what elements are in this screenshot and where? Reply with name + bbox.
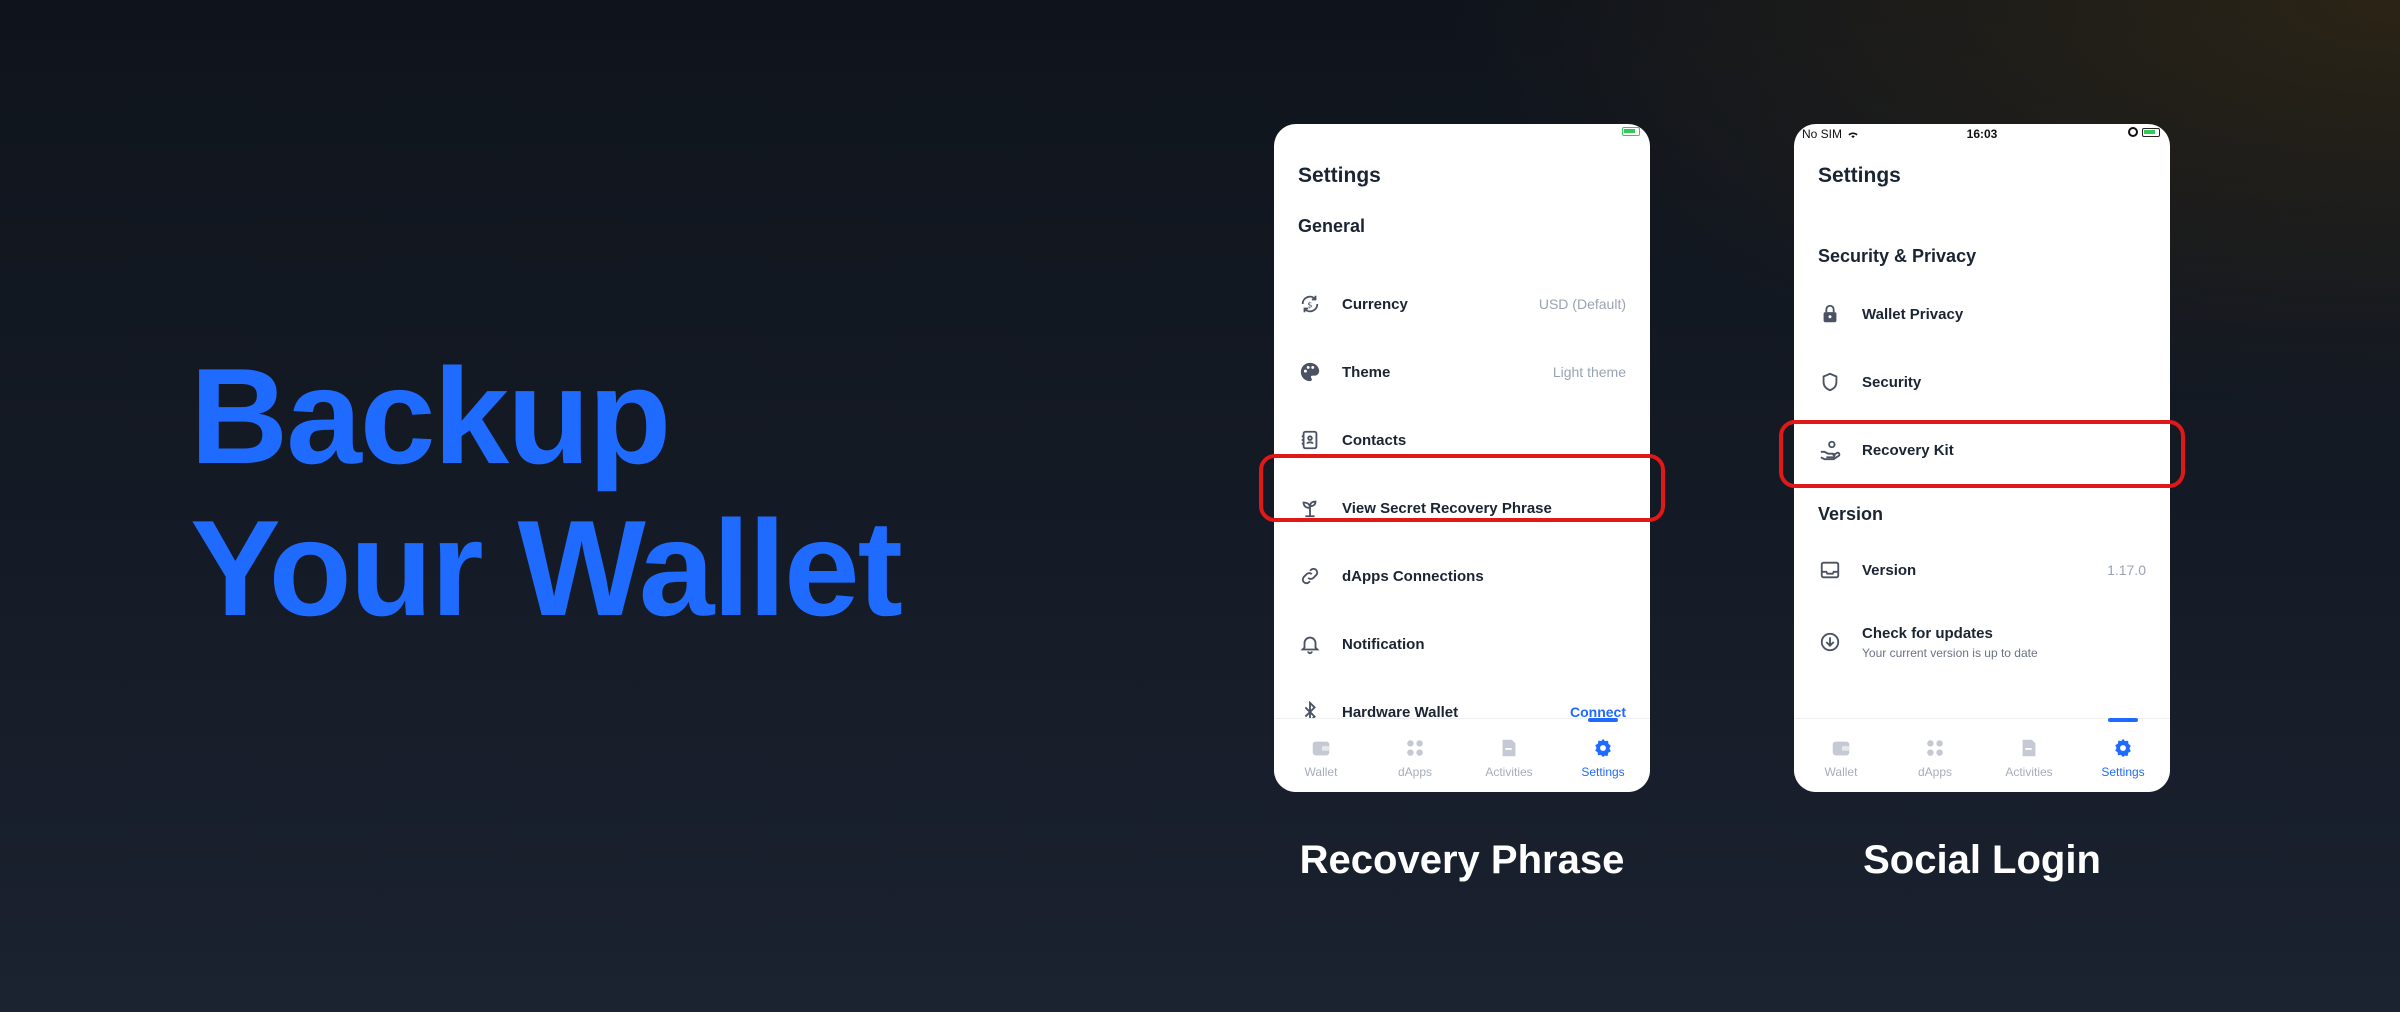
grid-icon <box>1927 740 1943 756</box>
hero-headline: Backup Your Wallet <box>190 340 903 644</box>
tab-label: Activities <box>2005 765 2053 779</box>
highlight-recovery-kit <box>1779 420 2185 488</box>
row-label: dApps Connections <box>1342 567 1484 585</box>
gear-icon <box>2115 738 2131 758</box>
bell-icon <box>1298 632 1322 656</box>
row-subtitle: Your current version is up to date <box>1862 645 2038 660</box>
section-title-version: Version <box>1818 504 1884 524</box>
grid-icon <box>1407 740 1423 756</box>
settings-row-wallet-privacy[interactable]: Wallet Privacy <box>1818 294 2146 334</box>
orientation-lock-icon <box>2128 127 2138 137</box>
row-label: Version <box>1862 561 1917 579</box>
tab-label: Wallet <box>1824 765 1858 779</box>
tab-wallet[interactable]: Wallet <box>1274 719 1368 792</box>
row-label: Notification <box>1342 635 1425 653</box>
bottom-tab-bar: Wallet dApps Activities Settings <box>1274 718 1650 792</box>
document-icon <box>2022 739 2036 757</box>
section-title-security: Security & Privacy <box>1818 246 1977 266</box>
tab-settings[interactable]: Settings <box>2076 718 2170 792</box>
download-circle-icon <box>1818 630 1842 654</box>
settings-row-dapps-connections[interactable]: dApps Connections <box>1298 556 1626 596</box>
tab-label: Wallet <box>1304 765 1338 779</box>
palette-icon <box>1298 360 1322 384</box>
status-bar <box>1274 124 1650 142</box>
link-icon <box>1298 564 1322 588</box>
version-value: 1.17.0 <box>2107 562 2146 578</box>
tab-activities[interactable]: Activities <box>1462 719 1556 792</box>
wallet-icon <box>1832 741 1850 756</box>
tab-label: Settings <box>1581 765 1625 779</box>
row-label: Wallet Privacy <box>1862 305 1964 323</box>
row-label: Contacts <box>1342 431 1407 449</box>
status-bar: No SIM 16:03 <box>1794 124 2170 142</box>
tab-wallet[interactable]: Wallet <box>1794 719 1888 792</box>
row-value: Light theme <box>1552 364 1626 380</box>
battery-icon <box>1622 127 1640 136</box>
row-value: USD (Default) <box>1538 296 1626 312</box>
wallet-icon <box>1312 741 1330 756</box>
svg-text:$: $ <box>1307 300 1312 310</box>
tab-label: Settings <box>2101 765 2145 779</box>
battery-icon <box>2142 127 2160 137</box>
section-title-general: General <box>1298 216 1366 236</box>
page-title: Settings <box>1818 164 1901 187</box>
currency-exchange-icon: $ <box>1298 292 1322 316</box>
settings-row-notification[interactable]: Notification <box>1298 624 1626 664</box>
document-icon <box>1502 739 1516 757</box>
settings-row-security[interactable]: Security <box>1818 362 2146 402</box>
bottom-tab-bar: Wallet dApps Activities Settings <box>1794 718 2170 792</box>
tab-dapps[interactable]: dApps <box>1368 719 1462 792</box>
tab-activities[interactable]: Activities <box>1982 719 2076 792</box>
status-time: 16:03 <box>1966 127 1998 141</box>
hero-line-1: Backup <box>190 340 671 492</box>
hero-line-2: Your Wallet <box>190 492 903 644</box>
page-title: Settings <box>1298 164 1381 187</box>
settings-row-theme[interactable]: Theme Light theme <box>1298 352 1626 392</box>
tab-dapps[interactable]: dApps <box>1888 719 1982 792</box>
settings-row-currency[interactable]: $ Currency USD (Default) <box>1298 284 1626 324</box>
caption-social-login: Social Login <box>1863 838 2101 882</box>
row-label: Currency <box>1342 295 1408 313</box>
highlight-recovery-phrase <box>1259 454 1665 522</box>
row-label: Theme <box>1342 363 1391 381</box>
inbox-tray-icon <box>1818 558 1842 582</box>
settings-row-check-updates[interactable]: Check for updates Your current version i… <box>1818 618 2146 666</box>
row-label: Check for updates <box>1862 624 1993 642</box>
gear-icon <box>1595 738 1611 758</box>
row-label: Security <box>1862 373 1922 391</box>
tab-label: dApps <box>1917 765 1953 779</box>
tab-settings[interactable]: Settings <box>1556 718 1650 792</box>
tab-label: dApps <box>1397 765 1433 779</box>
caption-recovery-phrase: Recovery Phrase <box>1299 838 1625 882</box>
tab-label: Activities <box>1485 765 1533 779</box>
shield-icon <box>1818 370 1842 394</box>
lock-icon <box>1818 302 1842 326</box>
settings-row-version[interactable]: Version 1.17.0 <box>1818 550 2146 590</box>
contacts-book-icon <box>1298 428 1322 452</box>
